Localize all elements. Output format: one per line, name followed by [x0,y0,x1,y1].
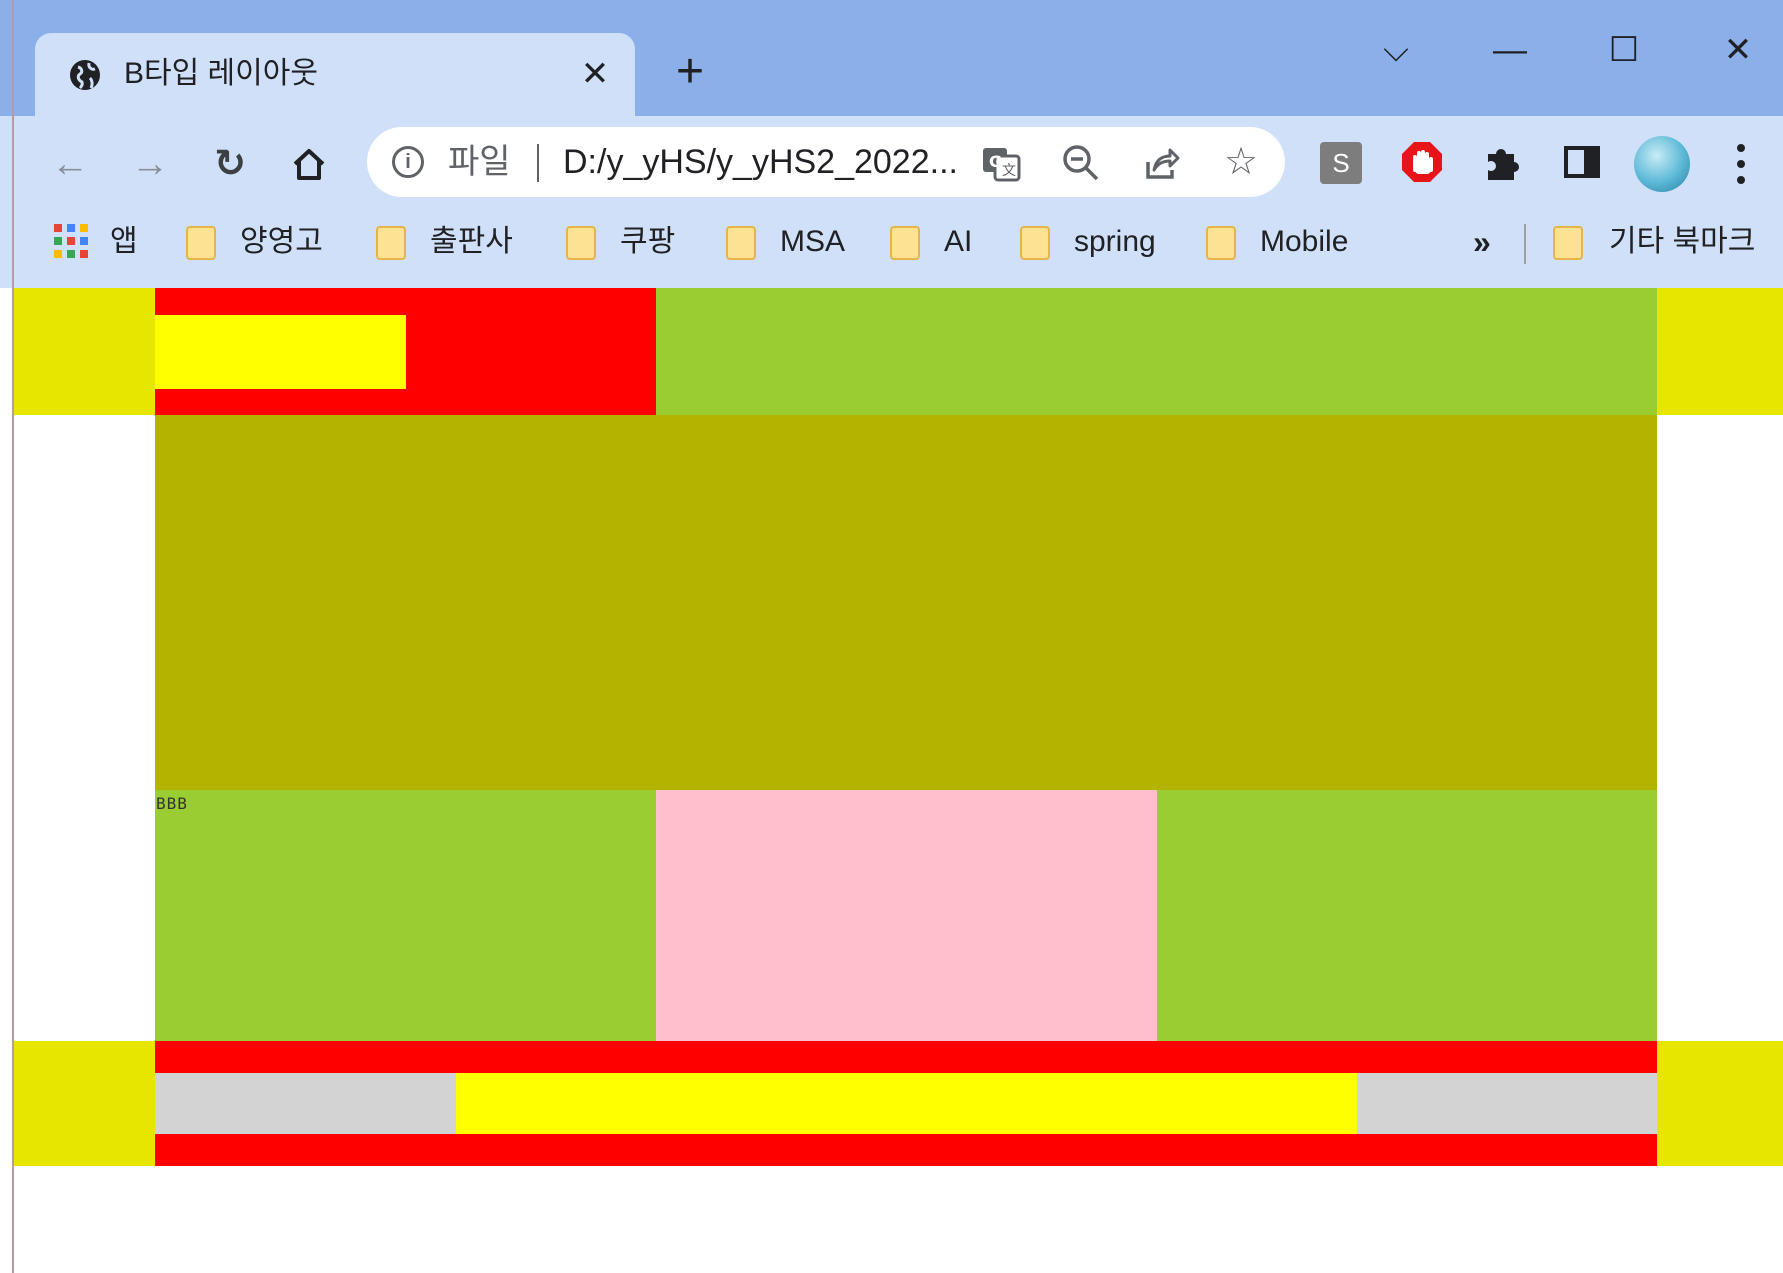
nav-area [656,288,1657,415]
extensions-puzzle-icon[interactable] [1480,140,1524,184]
info-icon[interactable]: i [392,146,424,178]
address-scheme-label: 파일 [448,143,511,181]
bookmarks-divider [1524,224,1526,264]
adblock-stop-icon[interactable] [1400,140,1444,184]
tab-search-icon[interactable]: ⌵ [1366,28,1426,72]
bookmark-label: MSA [780,225,846,258]
bookmark-label: Mobile [1260,225,1349,258]
maximize-button[interactable]: ☐ [1594,28,1654,72]
bookmark-apps[interactable]: 앱 [110,218,138,266]
zoom-out-icon[interactable] [1060,142,1102,184]
address-url[interactable]: D:/y_yHS/y_yHS2_2022... [563,140,958,184]
address-separator [537,144,539,182]
bookmark-star-icon[interactable]: ☆ [1220,141,1262,183]
folder-icon [726,226,756,260]
folder-icon [376,226,406,260]
folder-icon [186,226,216,260]
window-left-border [12,0,14,1273]
menu-kebab-icon[interactable] [1726,136,1756,192]
close-window-button[interactable]: ✕ [1708,28,1768,72]
tab-close-icon[interactable]: ✕ [578,54,612,94]
content-column-right [1157,790,1657,1041]
translate-icon[interactable]: G 文 [980,142,1022,184]
svg-text:文: 文 [1002,163,1016,179]
apps-grid-icon[interactable] [54,224,88,258]
minimize-button[interactable]: — [1480,28,1540,72]
folder-icon [566,226,596,260]
extension-s-icon[interactable]: S [1320,142,1362,184]
footer-inner [456,1073,1357,1134]
bookmark-label: AI [944,225,973,258]
folder-icon [1553,226,1583,260]
forward-arrow-icon[interactable]: → [126,140,174,188]
bookmark-label: spring [1074,225,1156,258]
bookmark-label: 쿠팡 [620,225,676,258]
side-panel-icon[interactable] [1560,140,1604,184]
folder-icon [1020,226,1050,260]
home-icon[interactable] [289,144,329,184]
folder-icon [890,226,920,260]
share-icon[interactable] [1140,142,1182,184]
bookmark-label: 기타 북마크 [1609,225,1756,258]
svg-text:G: G [989,152,1002,171]
bookmark-label: 출판사 [430,225,513,258]
globe-icon [70,60,100,90]
logo-inner [155,315,406,389]
bookmark-label: 양영고 [240,225,323,258]
bookmarks-overflow-icon[interactable]: » [1473,222,1491,262]
reload-icon[interactable]: ↻ [206,140,254,188]
folder-icon [1206,226,1236,260]
main-banner [155,415,1657,790]
tab-title: B타입 레이아웃 [124,57,318,90]
content-column-center [656,790,1157,1041]
content-label: BBB [156,794,188,813]
back-arrow-icon[interactable]: ← [46,140,94,188]
content-column-left [155,790,656,1041]
profile-avatar[interactable] [1634,136,1690,192]
new-tab-button[interactable]: + [668,48,712,96]
